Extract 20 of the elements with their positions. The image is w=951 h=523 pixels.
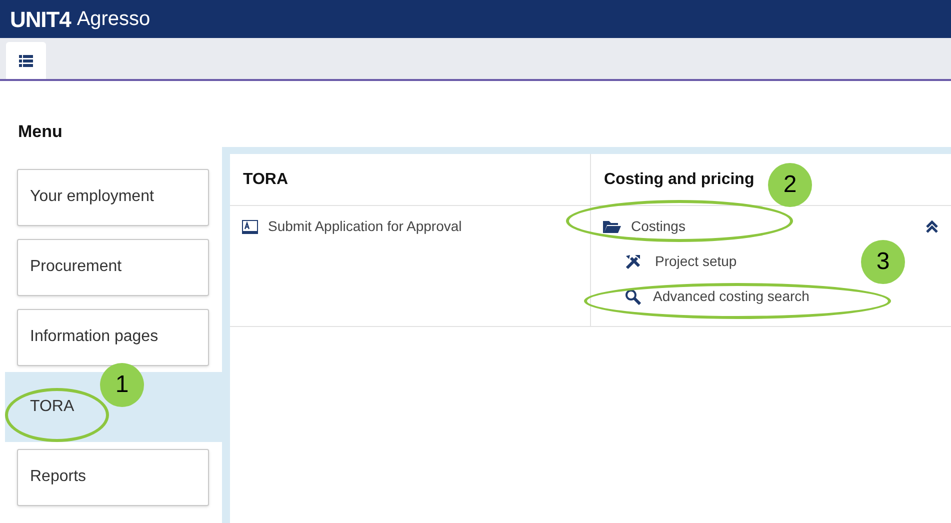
menu-link[interactable]: Project setup <box>655 251 737 272</box>
collapse-icon[interactable] <box>925 220 939 234</box>
brand-logo: UNIT4 <box>10 6 71 34</box>
menu-link[interactable]: Submit Application for Approval <box>268 216 578 237</box>
column-heading: Costing and pricing <box>604 170 754 190</box>
menu-link[interactable]: Costings <box>631 216 915 237</box>
folder-icon <box>603 220 621 234</box>
product-name: Agresso <box>76 7 150 32</box>
menu-title: Menu <box>18 122 62 141</box>
form-icon <box>242 220 258 234</box>
column-heading: TORA <box>243 170 288 190</box>
menu-item[interactable]: Your employment <box>17 168 209 226</box>
search-icon <box>625 288 641 304</box>
menu-tab[interactable] <box>6 42 46 79</box>
menu-link[interactable]: Advanced costing search <box>653 286 810 307</box>
tools-icon <box>625 254 643 270</box>
menu-item[interactable]: Procurement <box>17 238 209 296</box>
menu-item[interactable]: Reports <box>17 448 209 506</box>
list-icon <box>19 54 33 66</box>
menu-item[interactable]: Information pages <box>17 308 209 366</box>
